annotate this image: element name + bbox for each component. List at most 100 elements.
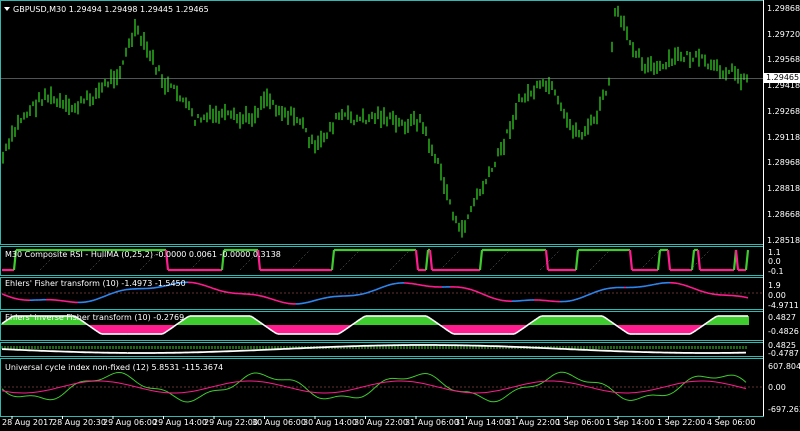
fisher-transform-title: Ehlers' Fisher transform (10) -1.4973 -1…	[5, 279, 186, 288]
cycle-signal-line	[340, 390, 345, 393]
cycle-signal-line	[439, 387, 444, 389]
rsi-line	[544, 249, 550, 271]
cycle-signal-line	[154, 390, 159, 393]
cycle-signal-line	[343, 390, 348, 392]
fisher-line	[479, 292, 483, 295]
cycle-line	[145, 386, 150, 389]
cycle-line	[406, 377, 411, 380]
cycle-signal-line	[457, 390, 462, 393]
cycle-line	[568, 373, 573, 376]
cycle-line	[496, 399, 501, 402]
cycle-line	[637, 397, 642, 400]
cycle-line	[133, 379, 138, 383]
price-axis-label: 1.29568	[767, 55, 800, 64]
fisher-line	[693, 287, 697, 291]
cycle-signal-line	[1, 390, 6, 392]
fisher-line	[5, 294, 9, 297]
cycle-line	[241, 376, 246, 380]
cycle-line	[160, 388, 165, 391]
cycle-signal-line	[358, 386, 363, 389]
cycle-line	[364, 393, 369, 397]
fisher-line	[363, 292, 367, 295]
inverse-fisher-line	[187, 315, 191, 318]
cycle-line	[571, 375, 576, 378]
cycle-signal-line	[301, 390, 306, 392]
fisher-line	[695, 288, 699, 291]
fisher-axis-mid: 0.00	[768, 291, 786, 300]
cycle-line	[664, 394, 669, 396]
cycle-line	[178, 398, 183, 402]
cycle-signal-line	[661, 386, 666, 388]
fisher-line	[205, 285, 209, 288]
cycle-line	[34, 395, 39, 398]
fisher-line	[477, 291, 481, 294]
fisher-line	[685, 284, 689, 288]
cycle-signal-line	[643, 390, 648, 392]
fisher-line	[91, 299, 95, 302]
cycle-signal-line	[583, 385, 588, 388]
cycle-line	[127, 375, 132, 379]
cycle-line	[361, 395, 366, 398]
cycle-signal-line	[202, 387, 207, 390]
cycle-line	[100, 377, 105, 380]
cycle-signal-line	[67, 384, 72, 386]
fisher-line	[371, 289, 375, 292]
cycle-signal-line	[262, 381, 267, 383]
cycle-line	[244, 374, 249, 378]
cycle-signal-line	[517, 384, 522, 387]
inverse-fisher-line	[427, 316, 431, 319]
fisher-line	[319, 297, 323, 300]
cycle-signal-line	[445, 388, 450, 391]
cycle-line	[331, 396, 336, 399]
fisher-line	[9, 296, 13, 299]
invfisher-axis-high: 0.4827	[768, 313, 796, 322]
rsi-hull-line	[589, 249, 611, 271]
cycle-signal-line	[736, 385, 741, 388]
cycle-signal-line	[577, 383, 582, 386]
cycle-line	[313, 394, 318, 398]
time-axis-label: 1 Sep 22:00	[657, 418, 706, 427]
cycle-line	[268, 376, 273, 379]
inverse-fisher-title: Ehlers' inverse Fisher transform (10) -0…	[5, 313, 185, 322]
rsi-hull-line	[539, 249, 561, 271]
inverse-fisher-line	[341, 329, 345, 333]
cycle-signal-line	[514, 385, 519, 388]
fisher-line	[267, 297, 271, 300]
cycle-line	[265, 375, 270, 378]
cycle-signal-line	[346, 389, 351, 392]
time-axis-label: 1 Sep 14:00	[606, 418, 655, 427]
cycle-line	[310, 392, 315, 396]
cycle-line	[505, 393, 510, 397]
cycle-line	[349, 396, 354, 399]
fisher-line	[317, 298, 321, 301]
cycle-line	[667, 393, 672, 396]
cycle-signal-line	[601, 389, 606, 392]
cycle-line	[718, 376, 723, 378]
fisher-line	[467, 288, 471, 291]
fisher-line	[683, 284, 687, 287]
fisher-line	[119, 289, 123, 292]
fisher-line	[109, 292, 113, 295]
fisher-line	[307, 301, 311, 304]
fisher-line	[117, 290, 121, 293]
time-axis-label: 30 Aug 14:00	[303, 418, 357, 427]
inverse-fisher-line	[363, 315, 367, 318]
time-axis-label: 4 Sep 06:00	[707, 418, 756, 427]
rsi-line	[656, 249, 662, 271]
cycle-signal-line	[493, 390, 498, 392]
fisher-line	[471, 289, 475, 292]
chart-menu-icon[interactable]	[4, 7, 10, 11]
fisher-line	[491, 296, 495, 300]
cycle-signal-line	[304, 390, 309, 393]
cycle-line	[316, 396, 321, 399]
inverse-fisher-line	[625, 331, 629, 335]
fisher-line	[369, 290, 373, 293]
cycle-signal-line	[4, 390, 9, 393]
inverse-fisher-line	[715, 315, 719, 318]
inverse-fisher-line	[713, 315, 717, 319]
inverse-fisher-line	[337, 332, 341, 335]
cycle-line	[622, 397, 627, 401]
cycle-signal-line	[511, 386, 516, 388]
main-symbol-title: GBPUSD,M30 1.29494 1.29498 1.29445 1.294…	[13, 5, 209, 14]
cycle-line	[511, 389, 516, 393]
